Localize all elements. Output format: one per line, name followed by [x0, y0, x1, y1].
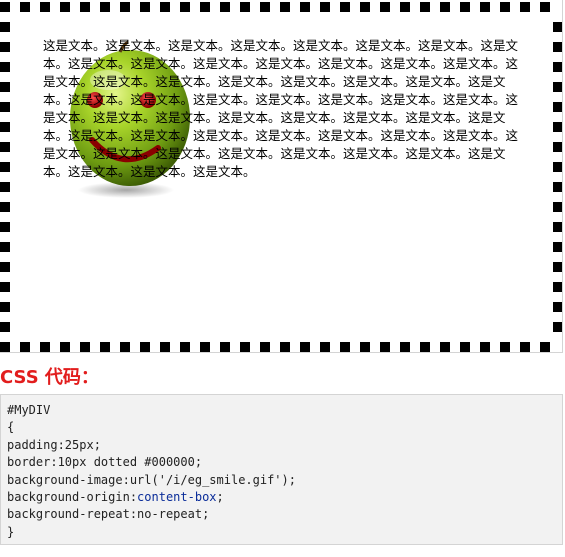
- code-keyword: content-box: [137, 490, 217, 505]
- code-line-padding: padding:25px;: [7, 437, 101, 452]
- code-line-selector: #MyDIV: [7, 403, 51, 417]
- code-line-background-origin: background-origin:content-box;: [7, 489, 556, 506]
- css-code-block: #MyDIV { padding:25px; border:10px dotte…: [0, 394, 563, 545]
- code-property: background-origin:: [7, 490, 138, 505]
- code-line-border: border:10px dotted #000000;: [7, 455, 203, 470]
- sample-text-paragraph: 这是文本。这是文本。这是文本。这是文本。这是文本。这是文本。这是文本。这是文本。…: [43, 38, 519, 179]
- mydiv-demo-box: 这是文本。这是文本。这是文本。这是文本。这是文本。这是文本。这是文本。这是文本。…: [0, 2, 562, 352]
- code-line-close-brace: }: [7, 524, 15, 539]
- code-line-background-repeat: background-repeat:no-repeat;: [7, 507, 210, 522]
- code-line-open-brace: {: [7, 420, 15, 435]
- code-semicolon: ;: [216, 490, 224, 505]
- demo-result-frame: 这是文本。这是文本。这是文本。这是文本。这是文本。这是文本。这是文本。这是文本。…: [0, 0, 563, 353]
- code-line-background-image: background-image:url('/i/eg_smile.gif');: [7, 472, 296, 487]
- css-code-heading: CSS 代码：: [0, 367, 99, 388]
